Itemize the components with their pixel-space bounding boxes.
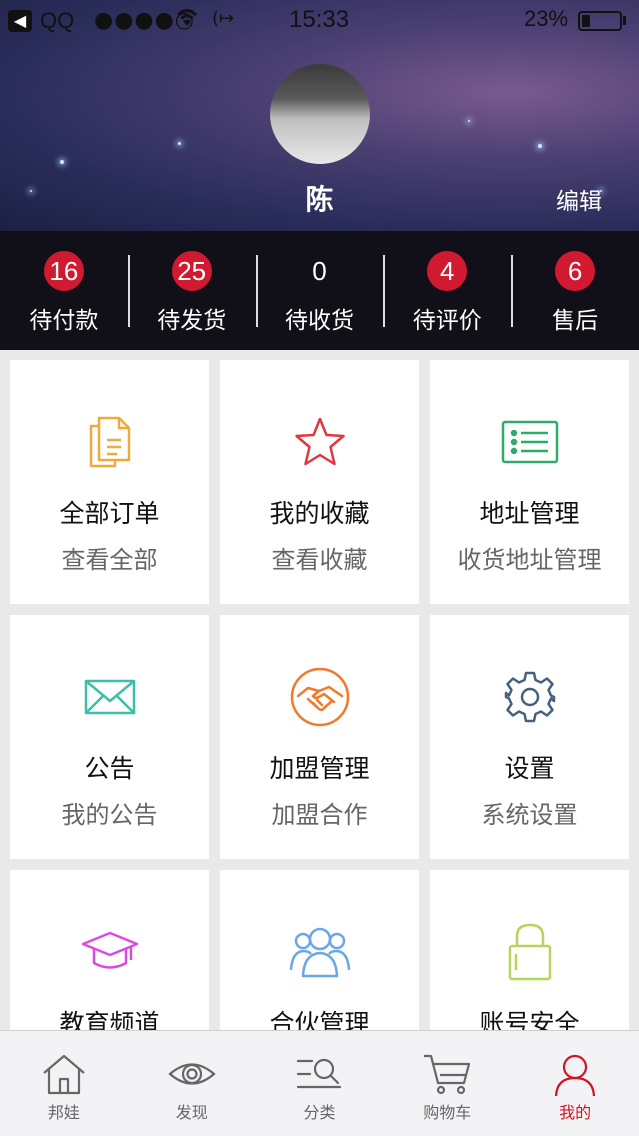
order-count-badge: 0 xyxy=(312,256,327,286)
user-icon xyxy=(511,1053,639,1099)
location-arrow-icon: (↦ xyxy=(212,8,235,29)
graduation-cap-icon xyxy=(10,922,209,982)
decorative-star xyxy=(468,120,470,122)
profile-header: ◀ QQ ●●●●○ (↦ 15:33 23% 陈 编辑 xyxy=(0,0,639,231)
edit-profile-button[interactable]: 编辑 xyxy=(556,182,602,216)
order-status-after-sales[interactable]: 6 售后 xyxy=(511,231,639,350)
tab-label: 我的 xyxy=(559,1103,592,1122)
battery-fill xyxy=(582,15,590,27)
menu-card-title: 公告 xyxy=(84,754,135,783)
decorative-star xyxy=(538,144,542,148)
menu-card-title: 设置 xyxy=(504,754,555,783)
order-status-label: 待付款 xyxy=(29,308,99,334)
order-status-pending-shipment[interactable]: 25 待发货 xyxy=(127,231,256,350)
lock-icon xyxy=(430,922,629,982)
tab-label: 购物车 xyxy=(423,1103,472,1122)
order-status-label: 待收货 xyxy=(284,308,354,334)
tab-home[interactable]: 邦娃 xyxy=(0,1031,128,1136)
menu-card-franchise[interactable]: 加盟管理 加盟合作 xyxy=(220,615,419,859)
menu-card-education[interactable]: 教育频道 xyxy=(10,870,209,1040)
menu-card-title: 全部订单 xyxy=(59,499,160,528)
status-bar: ◀ QQ ●●●●○ (↦ 15:33 23% xyxy=(0,0,639,42)
star-icon xyxy=(220,412,419,472)
decorative-star xyxy=(60,160,64,164)
menu-card-subtitle: 我的公告 xyxy=(61,801,158,829)
tab-cart[interactable]: 购物车 xyxy=(383,1031,511,1136)
wifi-icon xyxy=(174,6,200,34)
menu-card-all-orders[interactable]: 全部订单 查看全部 xyxy=(10,360,209,604)
menu-card-subtitle: 查看全部 xyxy=(61,546,158,574)
menu-card-subtitle: 收货地址管理 xyxy=(457,546,602,574)
menu-grid: 全部订单 查看全部 我的收藏 查看收藏 地址管理 收货地址管理 公告 我的公告 xyxy=(10,360,629,1040)
handshake-icon xyxy=(220,667,419,727)
order-status-pending-receipt[interactable]: 0 待收货 xyxy=(255,231,384,350)
menu-card-account-security[interactable]: 账号安全 xyxy=(430,870,629,1040)
decorative-star xyxy=(178,142,181,145)
cart-icon xyxy=(383,1053,511,1099)
menu-card-title: 我的收藏 xyxy=(269,499,370,528)
order-status-bar: 16 待付款 25 待发货 0 待收货 4 待评价 6 售后 xyxy=(0,231,639,350)
envelope-icon xyxy=(10,667,209,727)
category-search-icon xyxy=(256,1053,384,1099)
order-count-badge: 6 xyxy=(555,251,596,291)
orders-icon xyxy=(10,412,209,472)
status-time: 15:33 xyxy=(289,6,350,33)
menu-card-favorites[interactable]: 我的收藏 查看收藏 xyxy=(220,360,419,604)
address-list-icon xyxy=(430,412,629,472)
menu-card-subtitle: 查看收藏 xyxy=(271,546,368,574)
order-count-badge: 16 xyxy=(43,251,84,291)
menu-card-subtitle: 系统设置 xyxy=(481,801,578,829)
tab-label: 邦娃 xyxy=(47,1103,80,1122)
menu-card-address[interactable]: 地址管理 收货地址管理 xyxy=(430,360,629,604)
home-icon xyxy=(0,1053,128,1099)
eye-icon xyxy=(128,1053,256,1099)
tab-label: 发现 xyxy=(175,1103,208,1122)
tab-mine[interactable]: 我的 xyxy=(511,1031,639,1136)
tab-discover[interactable]: 发现 xyxy=(128,1031,256,1136)
battery-tip xyxy=(623,16,626,25)
tab-category[interactable]: 分类 xyxy=(256,1031,384,1136)
status-app-name[interactable]: QQ xyxy=(40,8,74,34)
order-count-badge: 4 xyxy=(427,251,468,291)
tab-label: 分类 xyxy=(303,1103,336,1122)
order-status-pending-review[interactable]: 4 待评价 xyxy=(383,231,511,350)
menu-card-partners[interactable]: 合伙管理 xyxy=(220,870,419,1040)
order-status-label: 待发货 xyxy=(157,308,227,334)
order-count-badge: 25 xyxy=(171,251,212,291)
battery-percent: 23% xyxy=(524,6,569,31)
menu-card-title: 地址管理 xyxy=(479,499,580,528)
menu-card-settings[interactable]: 设置 系统设置 xyxy=(430,615,629,859)
order-status-pending-payment[interactable]: 16 待付款 xyxy=(0,231,128,350)
order-status-label: 待评价 xyxy=(412,308,482,334)
order-status-label: 售后 xyxy=(552,308,599,334)
menu-card-title: 加盟管理 xyxy=(269,754,370,783)
bottom-tab-bar: 邦娃 发现 分类 购物车 我的 xyxy=(0,1030,639,1136)
avatar[interactable] xyxy=(270,64,370,164)
battery-icon xyxy=(578,11,622,31)
menu-card-subtitle: 加盟合作 xyxy=(271,801,368,829)
user-name: 陈 xyxy=(305,183,334,216)
gear-icon xyxy=(430,667,629,727)
back-to-app-icon[interactable]: ◀ xyxy=(8,10,32,32)
group-icon xyxy=(220,922,419,982)
menu-card-announcement[interactable]: 公告 我的公告 xyxy=(10,615,209,859)
